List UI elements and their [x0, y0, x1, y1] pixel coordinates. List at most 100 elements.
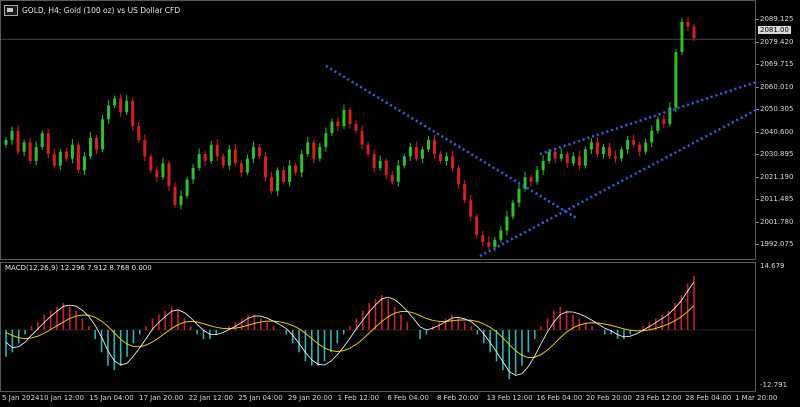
price-axis[interactable]: 2089.125 2079.420 2069.715 2060.010 2050.305…	[756, 0, 800, 392]
candle-body	[173, 186, 177, 206]
candle-body	[264, 156, 268, 178]
candle-body	[396, 165, 400, 182]
candle-body	[348, 109, 352, 124]
current-price-badge: 2081.00	[758, 26, 791, 34]
candle-body	[408, 147, 412, 157]
candle-body	[511, 202, 515, 217]
candle-body	[662, 119, 666, 124]
candle-body	[553, 151, 557, 159]
candle-body	[686, 21, 690, 27]
price-axis-tick	[756, 221, 759, 223]
candle-body	[16, 130, 20, 152]
candle-body	[463, 184, 467, 201]
candle-body	[644, 142, 648, 152]
candle-body	[137, 126, 141, 141]
candle-body	[282, 170, 286, 182]
candle-body	[638, 144, 642, 152]
candle-body	[354, 123, 358, 131]
candle-body	[680, 21, 684, 53]
candle-body	[577, 156, 581, 166]
candle-body	[161, 163, 165, 178]
candle-body	[529, 177, 533, 182]
price-axis-label: 2060.010	[760, 82, 794, 91]
trendline-channel_lower	[479, 108, 757, 258]
time-axis[interactable]: 5 Jan 2024 10 Jan 12:00 15 Jan 04:00 17 Jan…	[0, 392, 777, 407]
candle-body	[58, 151, 62, 166]
time-axis-label: 8 Feb 20:00	[437, 394, 479, 402]
time-axis-label: 1 Mar 20:00	[735, 394, 778, 402]
candle-body	[487, 242, 491, 247]
candle-body	[342, 109, 346, 127]
price-axis-tick	[756, 64, 759, 66]
candle-body	[626, 140, 630, 150]
candle-body	[64, 151, 68, 159]
candle-body	[318, 147, 322, 159]
macd-axis-label-bottom: -12.791	[760, 381, 788, 389]
candle-body	[4, 140, 8, 145]
candle-body	[251, 147, 255, 159]
time-axis-label: 28 Feb 04:00	[685, 394, 732, 402]
candle-body	[505, 216, 509, 231]
candle-body	[547, 151, 551, 161]
time-axis-label: 22 Jan 12:00	[188, 394, 233, 402]
candle-body	[179, 195, 183, 206]
candle-body	[185, 179, 189, 196]
candle-body	[270, 177, 274, 192]
candle-body	[360, 130, 364, 145]
chart-window-icon	[4, 5, 18, 16]
candle-body	[131, 100, 135, 127]
candle-body	[76, 144, 80, 171]
trendline-downtrend	[325, 64, 579, 220]
trendline-channel_upper	[539, 80, 757, 156]
price-axis-label: 2079.420	[760, 37, 794, 46]
candle-body	[692, 26, 696, 39]
candle-body	[52, 154, 56, 166]
candle-body	[107, 105, 111, 120]
price-axis-tick	[756, 86, 759, 88]
candle-body	[221, 156, 225, 166]
candle-body	[95, 137, 99, 150]
candle-body	[119, 98, 123, 113]
price-axis-label: 2001.780	[760, 217, 794, 226]
price-axis-tick	[756, 176, 759, 178]
price-axis-tick	[756, 199, 759, 201]
candle-body	[197, 154, 201, 168]
price-axis-label: 2011.485	[760, 195, 794, 204]
candle-body	[34, 147, 38, 161]
candle-body	[608, 147, 612, 157]
candle-body	[233, 149, 237, 164]
candle-body	[324, 133, 328, 148]
candle-body	[384, 160, 388, 175]
time-axis-label: 17 Jan 20:00	[139, 394, 184, 402]
candle-body	[469, 200, 473, 217]
candle-body	[312, 142, 316, 159]
candle-body	[620, 149, 624, 159]
candle-body	[445, 156, 449, 161]
time-axis-label: 6 Feb 04:00	[387, 394, 429, 402]
candle-body	[88, 137, 92, 157]
candle-body	[22, 142, 26, 152]
time-axis-label: 10 Jan 12:00	[39, 394, 84, 402]
candle-body	[632, 140, 636, 145]
candle-body	[541, 160, 545, 171]
candle-body	[650, 130, 654, 143]
candle-body	[167, 163, 171, 187]
candle-body	[276, 170, 280, 192]
macd-axis-label-top: 14.679	[760, 262, 785, 270]
candle-body	[294, 165, 298, 173]
candle-body	[565, 154, 569, 164]
price-axis-label: 2021.190	[760, 172, 794, 181]
candle-body	[517, 188, 521, 203]
candle-body	[257, 147, 261, 157]
candle-body	[245, 158, 249, 173]
candle-body	[209, 144, 213, 161]
candle-body	[300, 154, 304, 173]
candle-body	[601, 147, 605, 155]
candle-body	[439, 154, 443, 161]
candle-body	[583, 149, 587, 166]
candle-body	[330, 121, 334, 134]
price-axis-label: 2040.600	[760, 127, 794, 136]
candle-body	[475, 216, 479, 236]
candle-body	[366, 144, 370, 155]
candle-body	[239, 163, 243, 173]
